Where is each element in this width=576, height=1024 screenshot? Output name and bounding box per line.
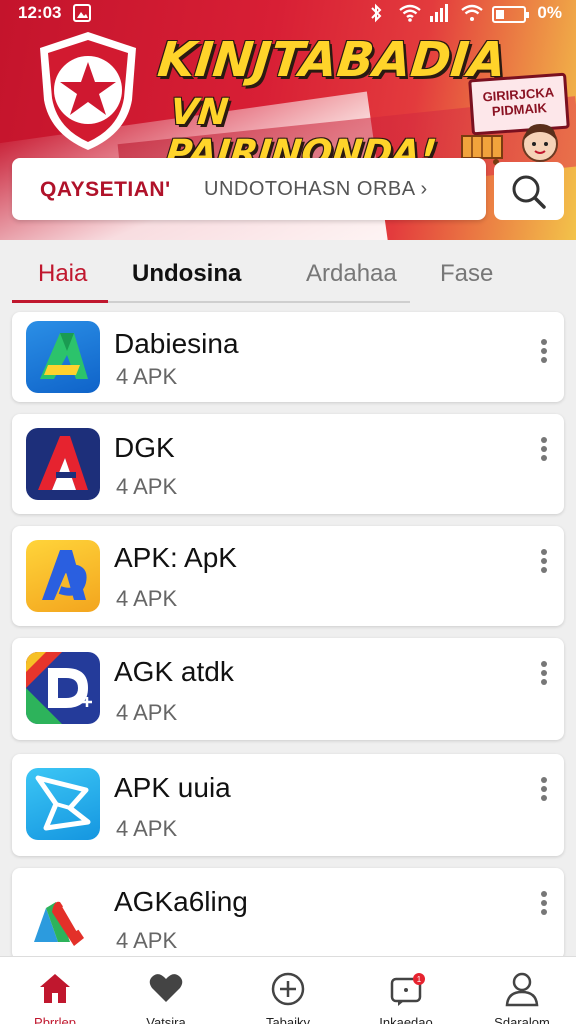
yellow-a-app-icon xyxy=(26,540,100,612)
app-name: AGK atdk xyxy=(114,656,234,687)
wifi-icon xyxy=(461,4,483,21)
home-icon xyxy=(40,974,70,1003)
nav-item-notifications[interactable]: 1 Inkaedao xyxy=(356,957,456,1024)
banner-title: KINJTABADIA xyxy=(155,32,509,88)
search-icon xyxy=(512,175,546,209)
app-name: APK: ApK xyxy=(114,542,237,573)
battery-percent: 0% xyxy=(537,3,562,22)
status-time: 12:03 xyxy=(18,3,62,22)
app-list-item[interactable]: AGKa6ling 4 APK xyxy=(12,868,564,960)
wifi-icon xyxy=(399,4,421,22)
app-subtitle: 4 APK xyxy=(116,700,178,725)
heart-icon xyxy=(149,974,183,1002)
app-subtitle: 4 APK xyxy=(116,474,178,499)
green-a-app-icon xyxy=(26,321,100,393)
more-options-icon[interactable] xyxy=(534,888,554,918)
nav-item-favorites[interactable]: Vatsira xyxy=(116,957,216,1024)
nav-label: Vatsira xyxy=(146,1015,186,1024)
more-options-icon[interactable] xyxy=(534,336,554,366)
tab-haia[interactable]: Haia xyxy=(38,260,87,288)
more-options-icon[interactable] xyxy=(534,774,554,804)
app-list-item[interactable]: DGK 4 APK xyxy=(12,414,564,514)
nav-label: Tabaiky xyxy=(265,1015,311,1024)
mascot-avatar-icon xyxy=(522,124,558,162)
app-list-item[interactable]: APK: ApK 4 APK xyxy=(12,526,564,626)
nav-label: Sdaralom xyxy=(494,1015,550,1024)
battery-icon xyxy=(492,6,529,23)
user-icon xyxy=(505,972,539,1007)
colorful-app-icon xyxy=(26,882,100,954)
search-input[interactable]: UNDOTOHASN ORBA › xyxy=(204,178,428,201)
tab-undosina[interactable]: Undosina xyxy=(132,260,241,288)
app-subtitle: 4 APK xyxy=(116,586,178,611)
app-name: AGKa6ling xyxy=(114,886,248,917)
app-list-item[interactable]: APK uuia 4 APK xyxy=(12,754,564,856)
nav-label: Inkaedao xyxy=(379,1015,433,1024)
tab-divider xyxy=(108,301,410,303)
nav-item-home[interactable]: Pbrrlep xyxy=(5,957,105,1024)
status-bar: 12:03 0% xyxy=(0,0,576,28)
app-name: APK uuia xyxy=(114,772,231,803)
nav-item-add[interactable]: Tabaiky xyxy=(238,957,338,1024)
notification-icon: 1 xyxy=(390,973,425,1006)
app-subtitle: 4 APK xyxy=(116,816,178,841)
tab-ardahaa[interactable]: Ardahaa xyxy=(306,260,397,288)
app-name: Dabiesina xyxy=(114,328,239,359)
gallery-icon xyxy=(73,4,91,22)
nav-item-profile[interactable]: Sdaralom xyxy=(472,957,572,1024)
tab-fase[interactable]: Fase xyxy=(440,260,493,288)
navy-a-app-icon xyxy=(26,428,100,500)
nav-label: Pbrrlep xyxy=(34,1015,76,1024)
app-subtitle: 4 APK xyxy=(116,364,178,389)
app-subtitle: 4 APK xyxy=(116,928,178,953)
more-options-icon[interactable] xyxy=(534,658,554,688)
plus-circle-icon xyxy=(271,972,305,1006)
search-bar[interactable]: QAYSETIAN' UNDOTOHASN ORBA › xyxy=(12,158,486,220)
blue-fold-app-icon xyxy=(26,768,100,840)
shield-star-logo xyxy=(40,32,136,150)
app-name: DGK xyxy=(114,432,175,463)
search-brand-label: QAYSETIAN' xyxy=(40,178,171,201)
category-tabs: Haia Undosina Ardahaa Fase xyxy=(0,244,576,304)
more-options-icon[interactable] xyxy=(534,434,554,464)
app-list-item[interactable]: Dabiesina 4 APK xyxy=(12,312,564,402)
more-options-icon[interactable] xyxy=(534,546,554,576)
svg-text:1: 1 xyxy=(417,975,422,984)
active-tab-indicator xyxy=(12,300,108,303)
search-button[interactable] xyxy=(494,162,564,220)
app-list-item[interactable]: AGK atdk 4 APK xyxy=(12,638,564,740)
bottom-navigation: Pbrrlep Vatsira Tabaiky 1 Inkaedao Sdara… xyxy=(0,956,576,1024)
blue-d-app-icon xyxy=(26,652,100,724)
signal-icon xyxy=(430,4,448,22)
bluetooth-icon xyxy=(371,3,382,23)
